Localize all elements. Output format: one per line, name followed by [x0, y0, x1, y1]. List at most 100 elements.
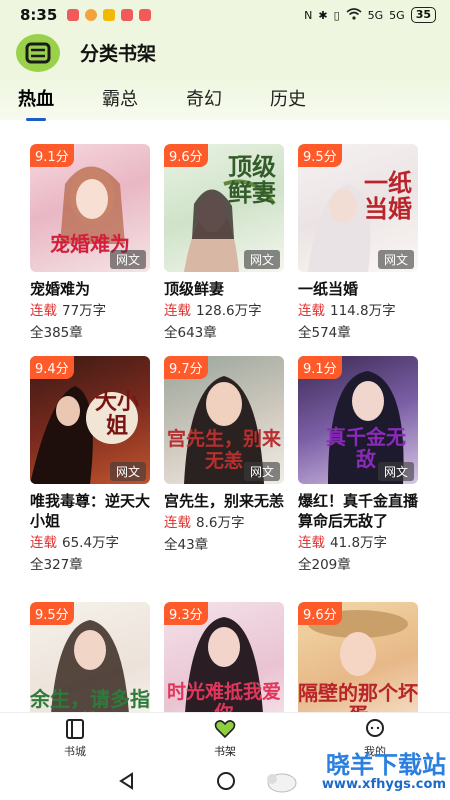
- book-cover[interactable]: 时光难抵我爱你 9.3分: [164, 602, 284, 712]
- bluetooth-icon: ✱: [318, 8, 328, 22]
- cover-title-text: 余生，请多指教: [30, 687, 150, 712]
- genre-badge: 网文: [109, 462, 146, 481]
- score-badge: 9.6分: [164, 144, 208, 167]
- genre-badge: 网文: [377, 250, 414, 269]
- signal-icon: 5G: [389, 8, 405, 22]
- nfc-icon: N: [304, 8, 313, 22]
- book-card[interactable]: 宫先生，别来无恙 9.7分 网文 宫先生，别来无恙 连载 8.6万字 全43章: [164, 356, 284, 555]
- nav-label: 书架: [214, 744, 236, 758]
- word-count: 77万字: [62, 303, 107, 319]
- book-cover[interactable]: 顶级鲜妻 9.6分 网文: [164, 144, 284, 272]
- back-icon[interactable]: [118, 772, 136, 790]
- book-title: 爆红！真千金直播算命后无敌了: [298, 492, 419, 530]
- vibrate-icon: ▯: [333, 8, 340, 22]
- sheep-logo-icon: [267, 773, 297, 793]
- nav-bookshelf[interactable]: 书架: [150, 713, 300, 763]
- chapter-count: 全574章: [298, 325, 351, 341]
- book-cover[interactable]: 宫先生，别来无恙 9.7分 网文: [164, 356, 284, 484]
- score-badge: 9.5分: [30, 602, 74, 625]
- chapter-count: 全643章: [164, 325, 217, 341]
- tab-rexue[interactable]: 热血: [18, 85, 54, 121]
- score-badge: 9.1分: [30, 144, 74, 167]
- book-status: 连载: [30, 303, 57, 319]
- tab-qihuan[interactable]: 奇幻: [186, 85, 222, 111]
- book-status: 连载: [30, 535, 57, 551]
- book-title: 唯我毒尊：逆天大小姐: [30, 492, 151, 530]
- battery-icon: 35: [410, 7, 436, 23]
- book-cover[interactable]: 大小姐 9.4分 网文: [30, 356, 150, 484]
- book-title: 一纸当婚: [298, 280, 359, 298]
- book-card[interactable]: 真千金无敌 9.1分 网文 爆红！真千金直播算命后无敌了 连载 41.8万字 全2…: [298, 356, 418, 575]
- book-cover[interactable]: 宠婚难为 9.1分 网文: [30, 144, 150, 272]
- book-card[interactable]: 余生，请多指教 9.5分: [30, 602, 150, 712]
- genre-badge: 网文: [243, 250, 280, 269]
- notification-icon: [103, 9, 116, 21]
- chapter-count: 全43章: [164, 537, 209, 553]
- status-time: 8:35: [20, 6, 58, 24]
- score-badge: 9.3分: [164, 602, 208, 625]
- nav-label: 书城: [64, 744, 86, 758]
- book-card[interactable]: 顶级鲜妻 9.6分 网文 顶级鲜妻 连载 128.6万字 全643章: [164, 144, 284, 343]
- book-icon: [66, 718, 84, 739]
- watermark-title: 晓羊下载站: [326, 751, 446, 779]
- book-title: 顶级鲜妻: [164, 280, 225, 298]
- book-cover[interactable]: 一纸当婚 9.5分 网文: [298, 144, 418, 272]
- notification-icon: [121, 9, 134, 21]
- chapter-count: 全327章: [30, 557, 83, 573]
- word-count: 128.6万字: [196, 303, 262, 319]
- word-count: 114.8万字: [330, 303, 396, 319]
- genre-badge: 网文: [377, 462, 414, 481]
- chapter-count: 全209章: [298, 557, 351, 573]
- tab-bazong[interactable]: 霸总: [102, 85, 138, 111]
- nav-bookstore[interactable]: 书城: [0, 713, 150, 763]
- book-status-line: 连载 77万字: [30, 301, 150, 321]
- page-title: 分类书架: [80, 43, 157, 65]
- book-card[interactable]: 大小姐 9.4分 网文 唯我毒尊：逆天大小姐 连载 65.4万字 全327章: [30, 356, 150, 575]
- notification-icon: [139, 9, 152, 21]
- book-status-line: 连载 8.6万字: [164, 513, 284, 533]
- book-title: 宠婚难为: [30, 280, 91, 298]
- book-status-line: 连载 114.8万字: [298, 301, 418, 321]
- book-title: 宫先生，别来无恙: [164, 492, 285, 510]
- watermark-url: www.xfhygs.com: [321, 777, 446, 792]
- wifi-icon: [346, 7, 362, 23]
- word-count: 8.6万字: [196, 515, 245, 531]
- book-status-line: 连载 65.4万字: [30, 533, 150, 553]
- score-badge: 9.6分: [298, 602, 342, 625]
- book-status: 连载: [298, 535, 325, 551]
- cover-title-text: 大小姐: [94, 389, 139, 439]
- home-icon[interactable]: [216, 771, 236, 791]
- score-badge: 9.4分: [30, 356, 74, 379]
- book-cover[interactable]: 真千金无敌 9.1分 网文: [298, 356, 418, 484]
- status-bar: 8:35 N ✱ ▯ 5G 5G 35: [0, 0, 450, 30]
- book-cover[interactable]: 余生，请多指教 9.5分: [30, 602, 150, 712]
- cover-title-text: 一纸当婚: [364, 168, 412, 223]
- cover-title-text: 顶级鲜妻: [228, 152, 276, 207]
- cover-title-text: 时光难抵我爱你: [166, 681, 281, 713]
- word-count: 41.8万字: [330, 535, 388, 551]
- book-status: 连载: [164, 303, 191, 319]
- book-cover[interactable]: 隔壁的那个坏蛋 9.6分: [298, 602, 418, 712]
- heart-icon: [214, 719, 236, 738]
- genre-badge: 网文: [109, 250, 146, 269]
- book-card[interactable]: 宠婚难为 9.1分 网文 宠婚难为 连载 77万字 全385章: [30, 144, 150, 343]
- tab-lishi[interactable]: 历史: [270, 85, 306, 111]
- book-status: 连载: [298, 303, 325, 319]
- notification-icon: [85, 9, 98, 21]
- notification-icon: [67, 9, 80, 21]
- score-badge: 9.5分: [298, 144, 342, 167]
- score-badge: 9.7分: [164, 356, 208, 379]
- menu-logo-icon[interactable]: [16, 33, 60, 72]
- genre-badge: 网文: [243, 462, 280, 481]
- watermark: 晓羊下载站 www.xfhygs.com: [322, 752, 446, 792]
- book-card[interactable]: 时光难抵我爱你 9.3分: [164, 602, 284, 712]
- chapter-count: 全385章: [30, 325, 83, 341]
- signal-icon: 5G: [367, 8, 384, 22]
- chat-icon: [366, 718, 384, 737]
- book-status-line: 连载 128.6万字: [164, 301, 284, 321]
- book-status-line: 连载 41.8万字: [298, 533, 418, 553]
- book-status: 连载: [164, 515, 191, 531]
- category-tabs: 热血 霸总 奇幻 历史: [0, 75, 450, 121]
- book-card[interactable]: 一纸当婚 9.5分 网文 一纸当婚 连载 114.8万字 全574章: [298, 144, 418, 343]
- book-card[interactable]: 隔壁的那个坏蛋 9.6分: [298, 602, 418, 712]
